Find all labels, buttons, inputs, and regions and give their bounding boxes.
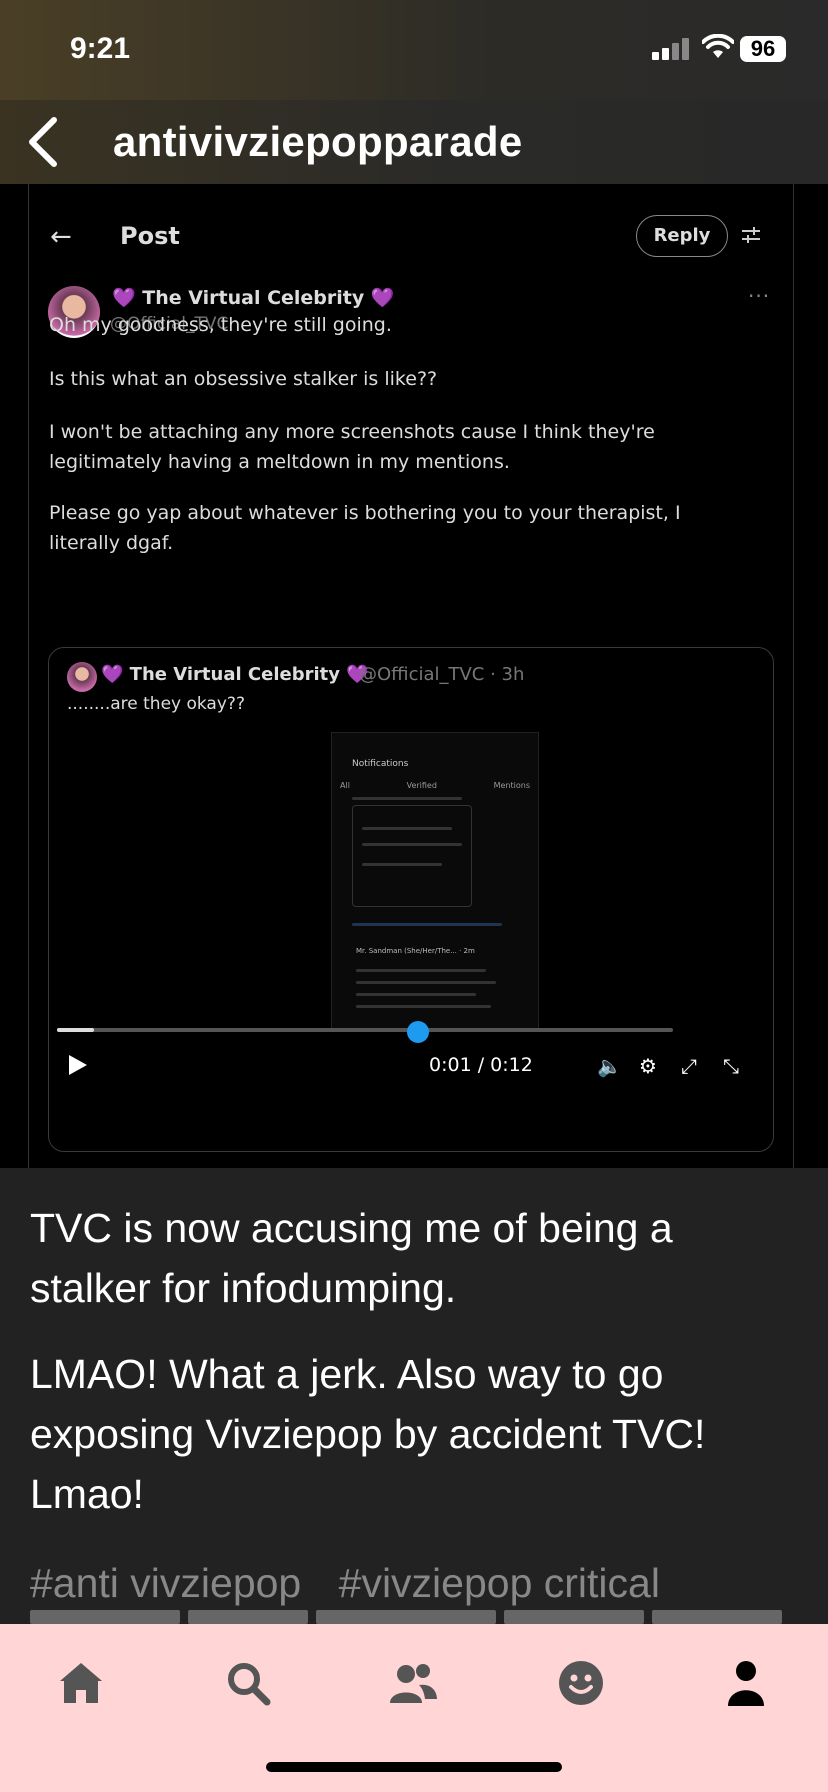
- quoted-post: 💜 The Virtual Celebrity 💜 @Official_TVC …: [48, 647, 774, 1152]
- text-line: [356, 981, 496, 984]
- nav-communities[interactable]: [378, 1648, 448, 1718]
- video-tab: Verified: [406, 781, 437, 790]
- video-tab: Mentions: [493, 781, 530, 790]
- text-line: [356, 1005, 491, 1008]
- video-tab: All: [340, 781, 350, 790]
- post-image[interactable]: ← Post Reply 💜 The Virtual Celebrity 💜 @…: [0, 184, 828, 1168]
- smiley-icon: [559, 1661, 603, 1705]
- tag-link[interactable]: #vivziepop critical: [339, 1560, 660, 1606]
- screenshot-post-line: Please go yap about whatever is botherin…: [49, 502, 681, 554]
- chevron-left-icon: [29, 117, 57, 167]
- pip-icon: ⤢: [681, 1054, 697, 1078]
- nav-search[interactable]: [213, 1648, 283, 1718]
- text-line: [356, 969, 486, 972]
- post-paragraph: LMAO! What a jerk. Also way to go exposi…: [30, 1351, 706, 1517]
- back-button[interactable]: [22, 114, 72, 170]
- settings-icon: ⚙: [639, 1054, 657, 1078]
- video-time: 0:01 / 0:12: [429, 1054, 533, 1076]
- signal-icon: [652, 38, 692, 60]
- blog-header: antivivziepopparade: [0, 100, 828, 184]
- account-icon: [728, 1661, 764, 1706]
- post-paragraph: TVC is now accusing me of being a stalke…: [30, 1205, 673, 1311]
- more-icon: ···: [748, 284, 771, 308]
- battery-indicator: 96: [740, 36, 786, 62]
- avatar: [67, 662, 97, 692]
- video-notifications-title: Notifications: [352, 759, 409, 769]
- arrow-left-icon: ←: [50, 222, 72, 252]
- quoted-display-name: 💜 The Virtual Celebrity 💜: [101, 664, 369, 685]
- text-line: [352, 923, 502, 926]
- text-line: [356, 993, 476, 996]
- tag-link[interactable]: #anti vivziepop: [30, 1560, 301, 1606]
- nav-home[interactable]: [46, 1648, 116, 1718]
- text-line: [352, 797, 462, 800]
- screenshot-page-title: Post: [120, 222, 180, 250]
- status-bar: 9:21 96: [0, 0, 828, 100]
- fullscreen-icon: ⤡: [723, 1054, 739, 1078]
- sliders-icon: [742, 227, 760, 243]
- video-progress-bar: [57, 1028, 673, 1032]
- text-line: [362, 827, 452, 830]
- screenshot-reply-button: Reply: [636, 215, 728, 257]
- nav-account[interactable]: [711, 1648, 781, 1718]
- text-line: [362, 863, 442, 866]
- post-tags: #anti vivziepop #vivziepop critical: [30, 1560, 686, 1607]
- quoted-text: ........are they okay??: [67, 694, 245, 714]
- video-embedded-card: [352, 805, 472, 907]
- blog-title[interactable]: antivivziepopparade: [113, 118, 522, 166]
- screenshot-post-line: Oh my goodness, they're still going.: [49, 314, 392, 336]
- screenshot-post-line: Is this what an obsessive stalker is lik…: [49, 368, 438, 390]
- search-icon: [228, 1663, 271, 1706]
- text-line: [362, 843, 462, 846]
- home-indicator: [266, 1762, 562, 1772]
- volume-icon: 🔈: [597, 1054, 622, 1078]
- video-tabs: All Verified Mentions: [340, 781, 530, 790]
- play-icon: [69, 1055, 87, 1075]
- quoted-handle-time: @Official_TVC · 3h: [359, 664, 525, 685]
- wifi-icon: [702, 34, 734, 58]
- status-time: 9:21: [70, 32, 131, 65]
- people-icon: [390, 1664, 437, 1703]
- video-frame: Notifications All Verified Mentions Mr. …: [331, 732, 539, 1032]
- screenshot-post-line: I won't be attaching any more screenshot…: [49, 421, 655, 473]
- home-icon: [60, 1663, 102, 1703]
- post-tags-overflow: [30, 1610, 810, 1624]
- video-scrubber: [407, 1021, 429, 1043]
- nav-activity[interactable]: [546, 1648, 616, 1718]
- video-progress-fill: [57, 1028, 94, 1032]
- video-reply-name: Mr. Sandman (She/Her/The... · 2m: [356, 947, 475, 955]
- screenshot-display-name: 💜 The Virtual Celebrity 💜: [112, 287, 395, 309]
